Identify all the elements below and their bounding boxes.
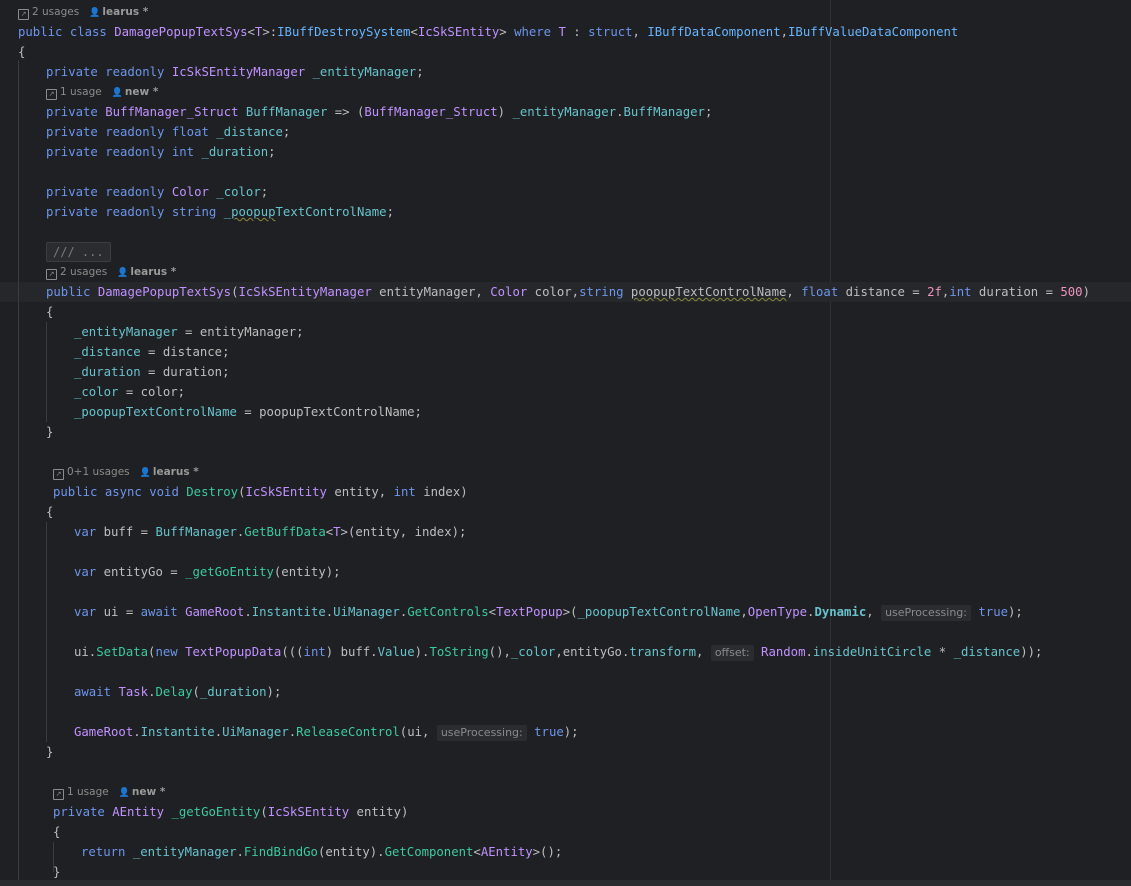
code-line[interactable]: _color = color; [74,382,185,402]
code-line[interactable]: _entityManager = entityManager; [74,322,304,342]
code-line[interactable]: var buff = BuffManager.GetBuffData<T>(en… [74,522,466,542]
code-line[interactable]: private readonly int _duration; [46,142,276,162]
right-margin-guide [830,0,831,886]
code-line[interactable]: { [18,42,25,62]
code-line[interactable]: } [53,862,60,882]
indent-guide [46,322,47,422]
code-editor[interactable]: ↗ 2 usages 👤 learus * ↗ 1 usage 👤 new * ↗ 2 usa… [0,0,1131,886]
codevision-buffmanager[interactable]: ↗ 1 usage 👤 new * [46,84,158,100]
code-line[interactable]: } [46,422,53,442]
user-icon: 👤 [111,88,123,98]
code-line[interactable]: { [53,822,60,842]
codevision-destroy[interactable]: ↗ 0+1 usages 👤 learus * [53,464,199,480]
codevision-class[interactable]: ↗ 2 usages 👤 learus * [18,4,148,20]
user-icon: 👤 [89,8,101,18]
indent-guide [18,60,19,880]
code-line[interactable]: var entityGo = _getGoEntity(entity); [74,562,341,582]
code-line[interactable]: var ui = await GameRoot.Instantite.UiMan… [74,602,1023,622]
codevision-getgoentity[interactable]: ↗ 1 usage 👤 new * [53,784,165,800]
code-line[interactable]: { [46,502,53,522]
usages-icon: ↗ [46,269,57,280]
user-icon: 👤 [118,788,130,798]
code-line[interactable]: public DamagePopupTextSys(IcSkSEntityMan… [46,282,1090,302]
usages-icon: ↗ [53,469,64,480]
code-line[interactable]: private AEntity _getGoEntity(IcSkSEntity… [53,802,408,822]
code-line[interactable]: return _entityManager.FindBindGo(entity)… [81,842,562,862]
code-line[interactable]: ui.SetData(new TextPopupData(((int) buff… [74,642,1042,662]
user-icon: 👤 [139,468,151,478]
usages-icon: ↗ [46,89,57,100]
code-line[interactable]: public async void Destroy(IcSkSEntity en… [53,482,468,502]
folded-doc-comment[interactable]: /// ... [46,242,111,262]
usages-icon: ↗ [53,789,64,800]
code-line[interactable]: private BuffManager_Struct BuffManager =… [46,102,712,122]
usages-icon: ↗ [18,9,29,20]
code-line[interactable]: _poopupTextControlName = poopupTextContr… [74,402,422,422]
code-line[interactable]: } [46,742,53,762]
code-line[interactable]: private readonly string _poopupTextContr… [46,202,394,222]
code-line[interactable]: private readonly Color _color; [46,182,268,202]
editor-bottom-edge [0,880,1131,886]
indent-guide [46,522,47,742]
code-line[interactable]: await Task.Delay(_duration); [74,682,281,702]
code-line[interactable]: _duration = duration; [74,362,229,382]
codevision-constructor[interactable]: ↗ 2 usages 👤 learus * [46,264,176,280]
code-line[interactable]: _distance = distance; [74,342,229,362]
user-icon: 👤 [117,268,129,278]
code-line[interactable]: private readonly IcSkSEntityManager _ent… [46,62,424,82]
code-line[interactable]: public class DamagePopupTextSys<T>:IBuff… [18,22,958,42]
code-line[interactable]: { [46,302,53,322]
code-line[interactable]: private readonly float _distance; [46,122,290,142]
code-line[interactable]: GameRoot.Instantite.UiManager.ReleaseCon… [74,722,579,742]
